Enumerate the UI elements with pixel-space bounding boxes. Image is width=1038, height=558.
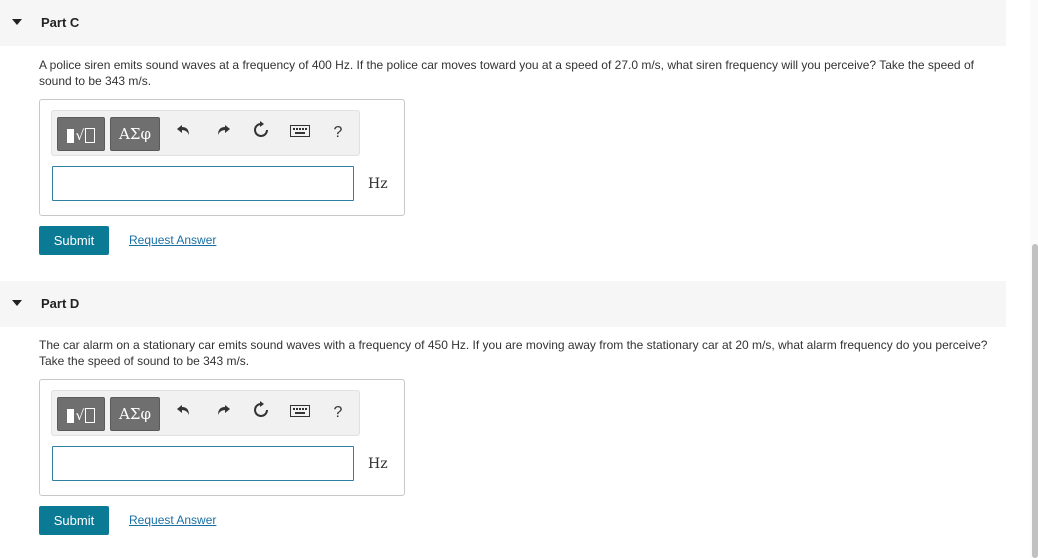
part-title: Part C <box>41 15 80 30</box>
answer-input[interactable] <box>52 446 354 481</box>
help-icon[interactable]: ? <box>326 401 350 425</box>
templates-icon: √ <box>66 399 96 432</box>
submit-button[interactable]: Submit <box>39 226 109 255</box>
submit-button[interactable]: Submit <box>39 506 109 535</box>
answer-input[interactable] <box>52 166 354 201</box>
answer-box: √ ΑΣφ ? Hz <box>39 379 405 496</box>
templates-icon: √ <box>66 119 96 152</box>
answer-box: √ ΑΣφ ? Hz <box>39 99 405 216</box>
unit-label: Hz <box>368 176 388 192</box>
redo-icon[interactable] <box>211 121 235 145</box>
help-icon[interactable]: ? <box>326 121 350 145</box>
math-toolbar: √ ΑΣφ ? <box>51 110 360 156</box>
math-toolbar: √ ΑΣφ ? <box>51 390 360 436</box>
request-answer-link[interactable]: Request Answer <box>129 233 216 247</box>
part-title: Part D <box>41 296 80 311</box>
keyboard-icon[interactable] <box>288 121 312 145</box>
reset-icon[interactable] <box>249 121 273 145</box>
greek-symbols-button[interactable]: ΑΣφ <box>110 117 160 151</box>
keyboard-icon[interactable] <box>288 401 312 425</box>
undo-icon[interactable] <box>172 121 196 145</box>
reset-icon[interactable] <box>249 401 273 425</box>
undo-icon[interactable] <box>172 401 196 425</box>
part-d-header[interactable]: Part D <box>0 281 1006 327</box>
templates-button[interactable]: √ <box>57 397 105 431</box>
redo-icon[interactable] <box>211 401 235 425</box>
part-c-header[interactable]: Part C <box>0 0 1006 46</box>
unit-label: Hz <box>368 456 388 472</box>
question-text: A police siren emits sound waves at a fr… <box>39 58 974 88</box>
request-answer-link[interactable]: Request Answer <box>129 513 216 527</box>
collapse-caret-icon[interactable] <box>12 19 22 25</box>
question-text: The car alarm on a stationary car emits … <box>39 338 988 368</box>
collapse-caret-icon[interactable] <box>12 300 22 306</box>
greek-symbols-button[interactable]: ΑΣφ <box>110 397 160 431</box>
scrollbar-thumb[interactable] <box>1032 244 1038 558</box>
templates-button[interactable]: √ <box>57 117 105 151</box>
